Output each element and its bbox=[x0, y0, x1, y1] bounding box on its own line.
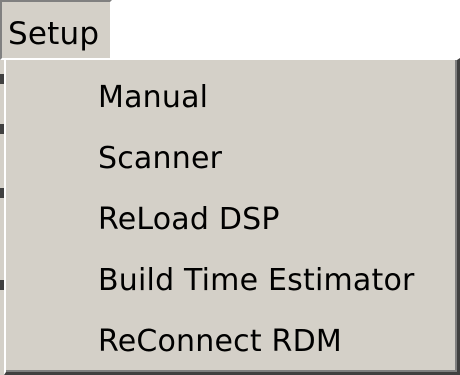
menu-item-manual[interactable]: Manual bbox=[6, 70, 455, 128]
setup-dropdown-menu: Manual Scanner ReLoad DSP Build Time Est… bbox=[4, 58, 460, 375]
menu-item-label: ReLoad DSP bbox=[98, 202, 280, 237]
app-window-region: Setup Manual Scanner ReLoad DSP Build Ti… bbox=[0, 0, 460, 375]
menu-setup-label: Setup bbox=[8, 16, 100, 52]
menu-item-label: Scanner bbox=[98, 141, 223, 176]
menu-setup[interactable]: Setup bbox=[0, 0, 112, 60]
menu-item-label: ReConnect RDM bbox=[98, 324, 342, 359]
menu-item-reconnect-rdm[interactable]: ReConnect RDM bbox=[6, 314, 455, 372]
menu-item-label: Manual bbox=[98, 80, 209, 115]
menu-item-label: Build Time Estimator bbox=[98, 263, 415, 298]
menu-item-reload-dsp[interactable]: ReLoad DSP bbox=[6, 192, 455, 250]
menu-item-scanner[interactable]: Scanner bbox=[6, 131, 455, 189]
menu-item-build-time-estimator[interactable]: Build Time Estimator bbox=[6, 253, 455, 311]
